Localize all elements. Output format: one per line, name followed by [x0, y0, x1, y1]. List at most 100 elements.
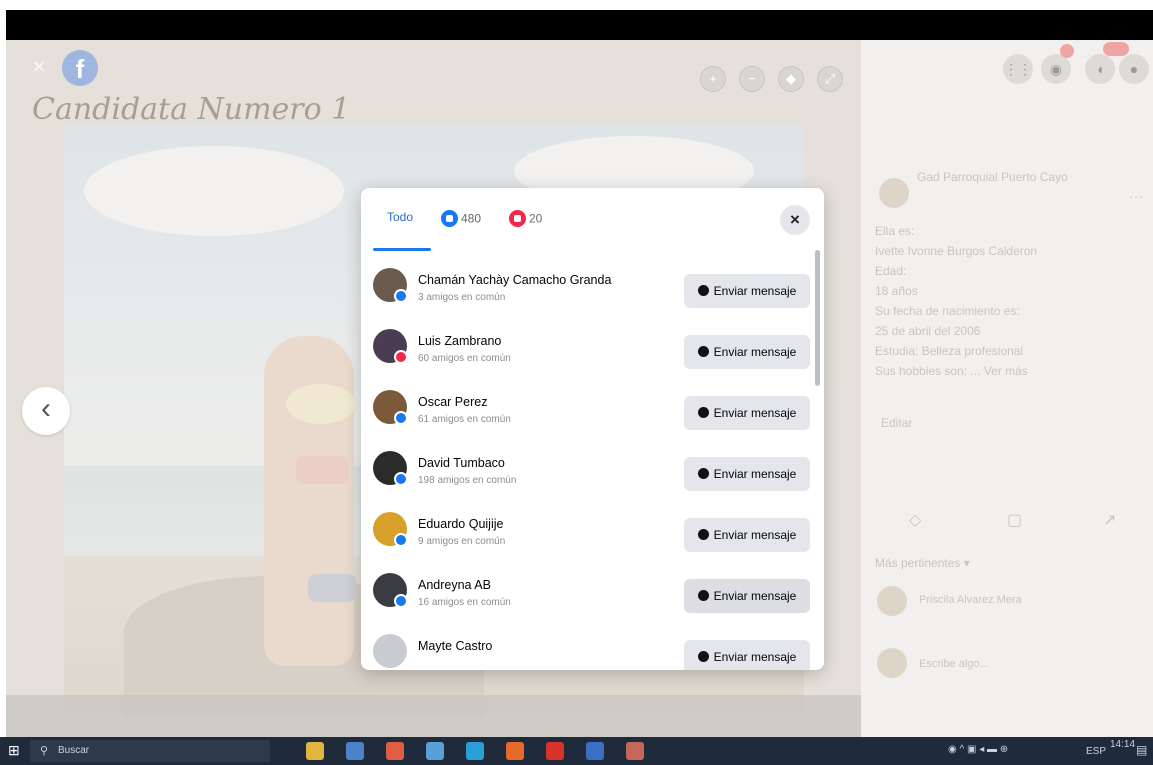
messenger-icon[interactable]: ◉: [1041, 54, 1071, 84]
language-indicator[interactable]: ESP: [1086, 746, 1106, 757]
messenger-icon: [697, 590, 709, 602]
window-top-strip: [0, 0, 1153, 40]
person-name[interactable]: Luis Zambrano: [418, 334, 501, 348]
send-message-label: Enviar mensaje: [713, 528, 797, 542]
taskbar-search[interactable]: ⚲ Buscar: [30, 740, 270, 762]
system-tray-icons[interactable]: ◉ ^ ▣ ◂ ▬ ⊕: [948, 744, 1008, 755]
browser-viewport: Candidata Numero 1 × f + − ◆ ⤢ ‹ › ⋮⋮ ◉ …: [6, 40, 1153, 737]
active-app-icon[interactable]: [626, 742, 644, 760]
close-icon[interactable]: ×: [28, 56, 50, 78]
clock-time[interactable]: 14:14: [1110, 739, 1135, 750]
close-icon[interactable]: ×: [780, 205, 810, 235]
chrome-icon[interactable]: [386, 742, 404, 760]
mutual-friends: 198 amigos en común: [418, 475, 517, 486]
commenter-name[interactable]: Priscila Alvarez Mera: [919, 594, 1022, 606]
like-badge-icon: [394, 289, 408, 303]
send-message-label: Enviar mensaje: [713, 589, 797, 603]
list-item[interactable]: Andreyna AB 16 amigos en común Enviar me…: [361, 559, 824, 619]
like-badge-icon: [394, 472, 408, 486]
person-name[interactable]: Chamán Yachày Camacho Granda: [418, 273, 611, 287]
like-badge-icon: [394, 533, 408, 547]
send-message-button[interactable]: Enviar mensaje: [684, 640, 810, 670]
messenger-icon: [697, 651, 709, 663]
send-message-button[interactable]: Enviar mensaje: [684, 518, 810, 552]
share-action-icon[interactable]: ↗: [1103, 510, 1116, 530]
tab-love[interactable]: 20: [509, 210, 542, 227]
edit-link[interactable]: Editar: [881, 416, 912, 430]
search-label: Buscar: [58, 745, 90, 756]
send-message-button[interactable]: Enviar mensaje: [684, 579, 810, 613]
like-badge-icon: [394, 411, 408, 425]
messenger-icon: [697, 468, 709, 480]
acrobat-icon[interactable]: [546, 742, 564, 760]
mutual-friends: 16 amigos en común: [418, 597, 511, 608]
person-name[interactable]: Eduardo Quijije: [418, 517, 503, 531]
more-options-icon[interactable]: ···: [1129, 188, 1143, 204]
mutual-friends: 3 amigos en común: [418, 292, 506, 303]
windows-start-icon[interactable]: ⊞: [8, 742, 20, 759]
send-message-button[interactable]: Enviar mensaje: [684, 335, 810, 369]
list-item[interactable]: Eduardo Quijije 9 amigos en común Enviar…: [361, 498, 824, 558]
zoom-out-icon[interactable]: −: [739, 66, 765, 92]
zoom-in-icon[interactable]: +: [700, 66, 726, 92]
person-name[interactable]: Andreyna AB: [418, 578, 491, 592]
person-name[interactable]: David Tumbaco: [418, 456, 505, 470]
facebook-logo-icon[interactable]: f: [62, 50, 98, 86]
page-avatar[interactable]: [879, 178, 909, 208]
menu-grid-icon[interactable]: ⋮⋮: [1003, 54, 1033, 84]
post-line: Edad:: [875, 264, 907, 278]
list-item[interactable]: Luis Zambrano 60 amigos en común Enviar …: [361, 315, 824, 375]
send-message-label: Enviar mensaje: [713, 650, 797, 664]
person-name[interactable]: Oscar Perez: [418, 395, 487, 409]
send-message-button[interactable]: Enviar mensaje: [684, 457, 810, 491]
send-message-button[interactable]: Enviar mensaje: [684, 396, 810, 430]
avatar[interactable]: [373, 634, 407, 668]
post-line: Ella es:: [875, 224, 915, 238]
send-message-label: Enviar mensaje: [713, 467, 797, 481]
like-action-icon[interactable]: ◇: [909, 510, 921, 530]
search-icon: ⚲: [40, 745, 49, 757]
tag-icon[interactable]: ◆: [778, 66, 804, 92]
fullscreen-icon[interactable]: ⤢: [817, 66, 843, 92]
word-icon[interactable]: [586, 742, 604, 760]
chevron-left-icon[interactable]: ‹: [22, 387, 70, 435]
like-badge-icon: [394, 594, 408, 608]
list-item[interactable]: Mayte Castro Enviar mensaje: [361, 620, 824, 670]
page-name[interactable]: Gad Parroquial Puerto Cayo: [917, 170, 1068, 184]
tab-like[interactable]: 480: [441, 210, 481, 227]
post-line: 25 de abril del 2006: [875, 324, 981, 338]
scrollbar[interactable]: [815, 250, 820, 386]
notifications-badge: [1103, 42, 1129, 56]
comment-action-icon[interactable]: ▢: [1007, 510, 1022, 530]
list-item[interactable]: Chamán Yachày Camacho Granda 3 amigos en…: [361, 254, 824, 314]
account-avatar-icon[interactable]: ●: [1119, 54, 1149, 84]
send-message-button[interactable]: Enviar mensaje: [684, 274, 810, 308]
send-message-label: Enviar mensaje: [713, 345, 797, 359]
post-line: Estudia: Belleza profesional: [875, 344, 1024, 358]
messenger-icon: [697, 346, 709, 358]
firefox-icon[interactable]: [506, 742, 524, 760]
comment-sort[interactable]: Más pertinentes ▾: [875, 556, 970, 570]
tab-all[interactable]: Todo: [387, 210, 413, 224]
list-item[interactable]: David Tumbaco 198 amigos en común Enviar…: [361, 437, 824, 497]
comment-input[interactable]: Escribe algo...: [919, 658, 989, 670]
edge-icon[interactable]: [466, 742, 484, 760]
active-tab-indicator: [373, 248, 431, 251]
mutual-friends: 9 amigos en común: [418, 536, 506, 547]
notifications-center-icon[interactable]: ▤: [1136, 743, 1147, 757]
reactions-dialog: Todo 480 20 × Chamán Yachày Camacho Gran…: [361, 188, 824, 670]
like-reaction-icon: [441, 210, 458, 227]
love-reaction-icon: [509, 210, 526, 227]
messenger-icon: [697, 529, 709, 541]
love-badge-icon: [394, 350, 408, 364]
see-more-link[interactable]: Sus hobbies son: ... Ver más: [875, 364, 1028, 378]
send-message-label: Enviar mensaje: [713, 284, 797, 298]
notifications-icon[interactable]: ◖: [1085, 54, 1115, 84]
current-user-avatar: [877, 648, 907, 678]
file-explorer-icon[interactable]: [306, 742, 324, 760]
commenter-avatar[interactable]: [877, 586, 907, 616]
list-item[interactable]: Oscar Perez 61 amigos en común Enviar me…: [361, 376, 824, 436]
person-name[interactable]: Mayte Castro: [418, 639, 492, 653]
app-icon[interactable]: [426, 742, 444, 760]
app-icon[interactable]: [346, 742, 364, 760]
